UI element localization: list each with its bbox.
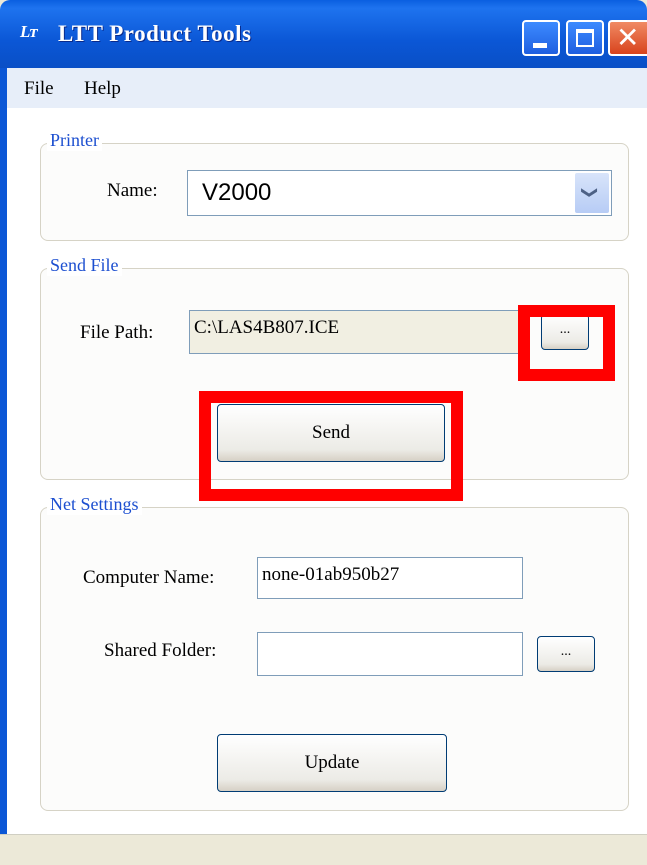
app-window: Lᴛ LTT Product Tools ✕ File Help Printer…	[0, 0, 647, 865]
close-button[interactable]: ✕	[608, 20, 647, 56]
dropdown-button[interactable]: ❯	[575, 173, 609, 213]
lt-logo-icon: Lᴛ	[20, 22, 37, 41]
browse-folder-label: ...	[560, 644, 572, 659]
highlight-box-send	[199, 391, 463, 501]
file-path-field[interactable]: C:\LAS4B807.ICE	[189, 310, 522, 354]
send-file-group-title: Send File	[47, 255, 122, 276]
close-icon: ✕	[616, 21, 640, 54]
title-bar[interactable]: Lᴛ LTT Product Tools ✕	[0, 0, 647, 68]
printer-group-title: Printer	[47, 130, 102, 151]
highlight-box-browse	[518, 305, 615, 381]
minimize-button[interactable]	[522, 20, 560, 56]
window-bottom-edge	[0, 834, 647, 865]
menu-file[interactable]: File	[24, 78, 54, 100]
minimize-icon	[533, 43, 547, 48]
shared-folder-label: Shared Folder:	[104, 640, 217, 661]
window-border	[0, 68, 7, 864]
shared-folder-field[interactable]	[257, 632, 523, 676]
menu-bar: File Help	[0, 68, 647, 108]
browse-folder-button[interactable]: ...	[537, 636, 595, 672]
main-panel: Printer Name: V2000 ❯ Send File File Pat…	[7, 108, 647, 834]
computer-name-label: Computer Name:	[83, 567, 215, 588]
file-path-label: File Path:	[80, 322, 154, 343]
menu-help[interactable]: Help	[84, 78, 121, 100]
update-button-label: Update	[304, 752, 360, 773]
maximize-button[interactable]	[566, 20, 604, 56]
file-path-value: C:\LAS4B807.ICE	[194, 317, 340, 338]
chevron-down-icon: ❯	[581, 185, 601, 200]
printer-name-label: Name:	[107, 180, 158, 201]
window-title: LTT Product Tools	[58, 21, 252, 46]
computer-name-field[interactable]: none-01ab950b27	[257, 557, 523, 599]
maximize-icon	[576, 29, 594, 47]
net-settings-group-title: Net Settings	[47, 494, 142, 515]
computer-name-value: none-01ab950b27	[262, 564, 400, 585]
update-button[interactable]: Update	[217, 734, 447, 792]
printer-name-value: V2000	[202, 179, 272, 206]
printer-name-dropdown[interactable]: V2000 ❯	[187, 170, 612, 216]
